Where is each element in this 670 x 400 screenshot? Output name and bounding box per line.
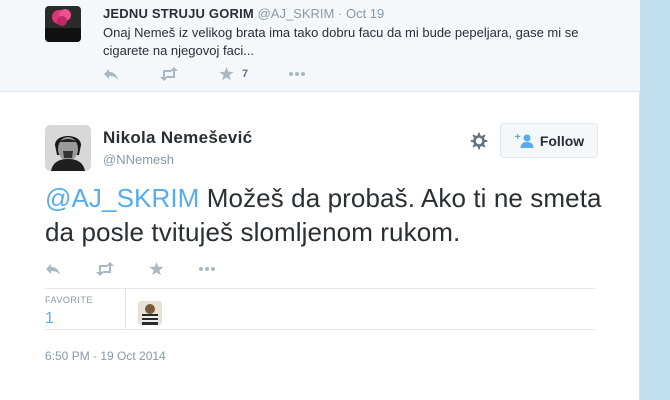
- more-icon: [289, 72, 306, 76]
- user-actions-gear-button[interactable]: [468, 130, 490, 152]
- page-background-strip: [640, 0, 670, 400]
- gear-icon: [470, 132, 488, 150]
- parent-author-name[interactable]: JEDNU STRUJU GORIM: [103, 6, 254, 21]
- stats-divider: [125, 289, 126, 330]
- reply-button[interactable]: [45, 262, 61, 276]
- tweet-permalink-card: JEDNU STRUJU GORIM @AJ_SKRIM · Oct 19 On…: [0, 0, 640, 400]
- parent-more-button[interactable]: [288, 71, 306, 77]
- author-avatar[interactable]: [45, 125, 91, 171]
- author-handle[interactable]: @NNemesh: [103, 152, 174, 167]
- favorites-count: 1: [45, 310, 54, 327]
- tweet-stats: FAVORITE 1: [45, 288, 595, 330]
- parent-header: JEDNU STRUJU GORIM @AJ_SKRIM · Oct 19: [103, 6, 384, 21]
- add-user-icon: [514, 133, 534, 148]
- favorites-stat[interactable]: FAVORITE 1: [45, 295, 125, 328]
- more-icon: [199, 267, 215, 271]
- more-button[interactable]: [198, 266, 216, 272]
- retweet-button[interactable]: [95, 262, 115, 276]
- star-icon: [219, 67, 234, 81]
- mention-link[interactable]: @AJ_SKRIM: [45, 183, 199, 213]
- star-icon: [149, 262, 164, 276]
- author-name[interactable]: Nikola Nemešević: [103, 128, 252, 148]
- tweet-action-bar: [45, 259, 216, 279]
- parent-favorite-button[interactable]: 7: [219, 67, 248, 81]
- follow-button[interactable]: Follow: [500, 123, 598, 158]
- tweet-timestamp[interactable]: 6:50 PM - 19 Oct 2014: [45, 349, 166, 363]
- parent-action-bar: 7: [103, 64, 306, 84]
- parent-avatar[interactable]: [45, 6, 81, 42]
- parent-retweet-button[interactable]: [159, 67, 179, 81]
- parent-reply-button[interactable]: [103, 67, 119, 81]
- retweet-icon: [96, 262, 114, 276]
- retweet-icon: [160, 67, 178, 81]
- reply-icon: [46, 264, 60, 275]
- parent-favorite-count: 7: [242, 68, 249, 80]
- parent-tweet-text: Onaj Nemeš iz velikog brata ima tako dob…: [103, 25, 579, 58]
- reply-icon: [104, 69, 118, 80]
- favorite-button[interactable]: [149, 262, 164, 276]
- parent-tweet[interactable]: JEDNU STRUJU GORIM @AJ_SKRIM · Oct 19 On…: [0, 0, 640, 92]
- follow-button-label: Follow: [539, 132, 585, 149]
- parent-author-handle[interactable]: @AJ_SKRIM: [258, 6, 335, 21]
- parent-timestamp[interactable]: Oct 19: [346, 6, 384, 21]
- favoriter-avatar[interactable]: [138, 301, 162, 325]
- parent-separator: ·: [337, 6, 343, 21]
- favorites-label: FAVORITE: [45, 295, 93, 305]
- tweet-text: @AJ_SKRIM Možeš da probaš. Ako ti ne sme…: [45, 181, 605, 249]
